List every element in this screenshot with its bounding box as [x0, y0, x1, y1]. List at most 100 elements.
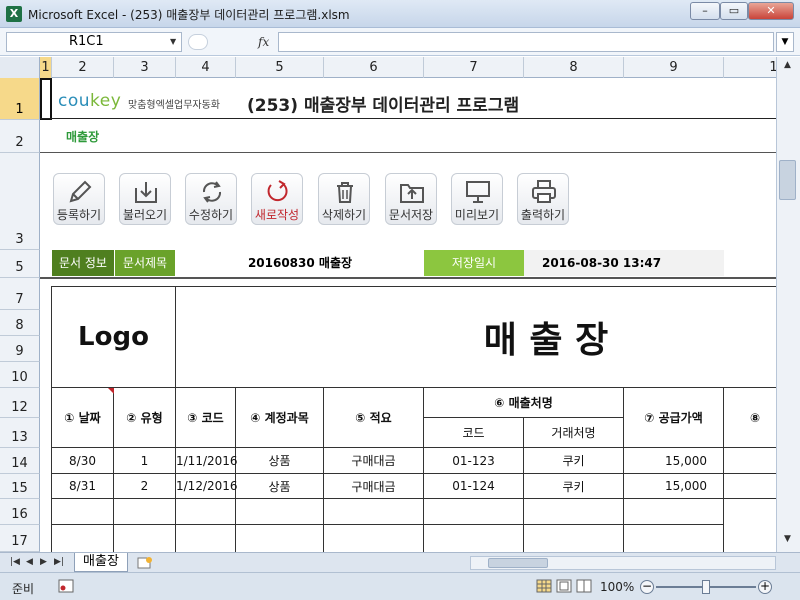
cell-empty[interactable] — [114, 525, 176, 552]
column-header[interactable]: 1 — [724, 57, 776, 78]
normal-view-icon[interactable] — [536, 579, 552, 593]
cell-type[interactable]: 2 — [114, 474, 176, 499]
page-layout-icon[interactable] — [556, 579, 572, 593]
doc-info-label: 문서 정보 — [52, 250, 114, 276]
scroll-up-icon[interactable]: ▲ — [779, 60, 796, 76]
cell-date[interactable]: 8/30 — [52, 448, 114, 474]
row-header[interactable]: 14 — [0, 448, 40, 474]
column-header[interactable]: 5 — [236, 57, 324, 78]
formula-input[interactable] — [278, 32, 774, 52]
column-header[interactable]: 3 — [114, 57, 176, 78]
cell-col8[interactable] — [724, 448, 776, 474]
cell-empty[interactable] — [324, 525, 424, 552]
column-header[interactable]: 8 — [524, 57, 624, 78]
excel-app-icon[interactable]: X — [6, 6, 22, 22]
name-box[interactable]: R1C1 — [6, 32, 182, 52]
cell-empty[interactable] — [52, 499, 114, 525]
row-header[interactable]: 2 — [0, 120, 40, 153]
download-icon — [135, 182, 157, 203]
first-sheet-icon[interactable]: |◀ — [10, 557, 20, 567]
cell-code[interactable]: 1/11/2016 — [176, 448, 238, 474]
header-customer-name: 거래처명 — [524, 418, 624, 448]
cell-supply[interactable]: 15,000 — [624, 448, 724, 474]
row-header[interactable]: 17 — [0, 525, 40, 552]
row-header[interactable]: 13 — [0, 418, 40, 448]
macro-record-icon[interactable] — [58, 579, 74, 593]
cell-type[interactable]: 1 — [114, 448, 176, 474]
column-header[interactable]: 9 — [624, 57, 724, 78]
cell-account[interactable]: 상품 — [236, 474, 324, 499]
cell-customer-code[interactable]: 01-123 — [424, 448, 524, 474]
close-button[interactable]: ✕ — [748, 2, 794, 20]
comment-indicator[interactable] — [108, 388, 114, 394]
new-icon — [267, 180, 288, 202]
column-header[interactable]: 7 — [424, 57, 524, 78]
row-header[interactable]: 5 — [0, 250, 40, 278]
sheet-tab-sales[interactable]: 매출장 — [74, 553, 128, 572]
cell-col8[interactable] — [724, 474, 776, 499]
insert-function-icon[interactable]: fx — [258, 35, 269, 49]
zoom-level[interactable]: 100% — [600, 580, 634, 594]
cell-empty[interactable] — [176, 499, 236, 525]
chevron-down-icon[interactable]: ▼ — [170, 37, 176, 46]
horizontal-scroll-thumb[interactable] — [488, 558, 548, 568]
zoom-out-button[interactable]: − — [640, 580, 654, 594]
refresh-icon — [202, 181, 222, 203]
spreadsheet-grid[interactable]: 1 2 3 4 5 6 7 8 9 1 1 2 3 5 7 8 9 10 12 … — [0, 57, 776, 552]
page-break-preview-icon[interactable] — [576, 579, 592, 593]
vertical-scroll-thumb[interactable] — [779, 160, 796, 200]
column-header[interactable]: 4 — [176, 57, 236, 78]
cell-empty[interactable] — [624, 499, 724, 525]
row-header[interactable]: 12 — [0, 388, 40, 418]
column-header[interactable]: 1 — [40, 57, 52, 78]
header-col8: ⑧ — [724, 388, 776, 448]
row-header[interactable]: 9 — [0, 336, 40, 362]
cell-account[interactable]: 상품 — [236, 448, 324, 474]
cell-supply[interactable]: 15,000 — [624, 474, 724, 499]
doc-title-value[interactable]: 20160830 매출장 — [176, 250, 424, 276]
minimize-button[interactable]: – — [690, 2, 720, 20]
row-header[interactable]: 10 — [0, 362, 40, 388]
cell-empty[interactable] — [524, 499, 624, 525]
row-header[interactable]: 7 — [0, 278, 40, 310]
cell-empty[interactable] — [236, 499, 324, 525]
cell-code[interactable]: 1/12/2016 — [176, 474, 238, 499]
row-header[interactable]: 8 — [0, 310, 40, 336]
cell-empty[interactable] — [424, 499, 524, 525]
row-header[interactable]: 16 — [0, 499, 40, 525]
cell-customer-name[interactable]: 쿠키 — [524, 448, 624, 474]
maximize-button[interactable]: ▭ — [720, 2, 748, 20]
cell-summary[interactable]: 구매대금 — [324, 474, 424, 499]
expand-formula-icon[interactable]: ▼ — [776, 32, 794, 52]
cell-customer-name[interactable]: 쿠키 — [524, 474, 624, 499]
cell-empty[interactable] — [624, 525, 724, 552]
cell-empty[interactable] — [52, 525, 114, 552]
row-header[interactable]: 15 — [0, 474, 40, 499]
insert-sheet-icon[interactable] — [136, 556, 154, 570]
edit-label: 수정하기 — [188, 208, 234, 222]
prev-sheet-icon[interactable]: ◀ — [26, 557, 33, 567]
cell-empty[interactable] — [324, 499, 424, 525]
row-header[interactable]: 1 — [0, 78, 40, 120]
scroll-down-icon[interactable]: ▼ — [779, 534, 796, 550]
cell-customer-code[interactable]: 01-124 — [424, 474, 524, 499]
column-header[interactable]: 2 — [52, 57, 114, 78]
zoom-in-button[interactable]: + — [758, 580, 772, 594]
select-all-corner[interactable] — [0, 57, 40, 78]
cell-empty[interactable] — [114, 499, 176, 525]
last-sheet-icon[interactable]: ▶| — [54, 557, 64, 567]
cell-summary[interactable]: 구매대금 — [324, 448, 424, 474]
cell-empty[interactable] — [176, 525, 236, 552]
row-header[interactable]: 3 — [0, 153, 40, 250]
cell-empty[interactable] — [236, 525, 324, 552]
next-sheet-icon[interactable]: ▶ — [40, 557, 47, 567]
column-header[interactable]: 6 — [324, 57, 424, 78]
page-title: (253) 매출장부 데이터관리 프로그램 — [247, 96, 520, 116]
cell-empty[interactable] — [524, 525, 624, 552]
cell-empty[interactable] — [424, 525, 524, 552]
vertical-scrollbar[interactable] — [776, 57, 800, 552]
printer-icon — [532, 180, 556, 203]
cell-date[interactable]: 8/31 — [52, 474, 114, 499]
zoom-slider-thumb[interactable] — [702, 580, 710, 594]
active-cell[interactable] — [40, 78, 52, 120]
